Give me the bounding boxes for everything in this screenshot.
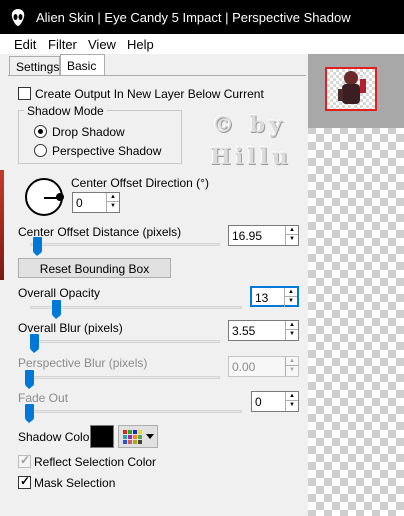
- reflect-selection-color-checkbox: [18, 453, 31, 468]
- fade-out-input[interactable]: 0 ▲ ▼: [251, 391, 299, 412]
- alien-head-icon: [11, 9, 25, 26]
- overall-opacity-input[interactable]: 13 ▲ ▼: [250, 286, 299, 307]
- overall-blur-slider[interactable]: [30, 334, 39, 353]
- spin-arrows: ▲ ▼: [285, 226, 298, 245]
- color-palette-button[interactable]: [118, 425, 158, 448]
- watermark: © by Hillu: [206, 112, 296, 182]
- window-title: Alien Skin | Eye Candy 5 Impact | Perspe…: [36, 10, 351, 25]
- watermark-line-2: Hillu: [210, 144, 292, 170]
- tab-basic[interactable]: Basic: [60, 54, 105, 75]
- center-offset-distance-slider[interactable]: [33, 237, 42, 256]
- center-offset-distance-value: 16.95: [232, 229, 263, 243]
- dropdown-arrow-icon: [146, 434, 154, 439]
- create-output-label: Create Output In New Layer Below Current: [35, 87, 264, 101]
- overall-opacity-value: 13: [255, 291, 269, 305]
- spin-arrows: ▲ ▼: [285, 321, 298, 340]
- direction-dial-icon[interactable]: [25, 178, 64, 216]
- spin-down-icon: ▼: [289, 367, 295, 373]
- spin-up-icon[interactable]: ▲: [286, 321, 298, 330]
- drop-shadow-radio[interactable]: [34, 125, 47, 138]
- preview-figure-icon: [338, 71, 366, 104]
- center-offset-distance-track[interactable]: [30, 243, 220, 246]
- overall-opacity-track[interactable]: [30, 306, 242, 309]
- center-offset-direction-input[interactable]: 0 ▲ ▼: [72, 192, 120, 213]
- spin-arrows: ▲ ▼: [285, 392, 298, 411]
- center-offset-direction-value: 0: [76, 196, 83, 210]
- perspective-blur-slider: [25, 370, 34, 389]
- reflect-selection-color-label: Reflect Selection Color: [34, 455, 157, 469]
- spin-down-icon[interactable]: ▼: [107, 202, 119, 211]
- overall-blur-value: 3.55: [232, 324, 256, 338]
- shadow-mode-title: Shadow Mode: [24, 104, 107, 118]
- menu-view[interactable]: View: [88, 37, 116, 52]
- perspective-shadow-radio[interactable]: [34, 144, 47, 157]
- title-bar: Alien Skin | Eye Candy 5 Impact | Perspe…: [0, 0, 404, 34]
- mask-selection-checkbox[interactable]: [18, 474, 31, 489]
- perspective-blur-input: 0.00 ▲ ▼: [228, 356, 299, 377]
- tab-divider: [8, 75, 306, 76]
- perspective-blur-label: Perspective Blur (pixels): [18, 356, 148, 370]
- perspective-blur-value: 0.00: [232, 360, 256, 374]
- spin-arrows: ▲ ▼: [284, 288, 297, 307]
- spin-down-icon[interactable]: ▼: [286, 330, 298, 339]
- center-offset-distance-input[interactable]: 16.95 ▲ ▼: [228, 225, 299, 246]
- spin-down-icon[interactable]: ▼: [286, 235, 298, 244]
- create-output-checkbox[interactable]: [18, 87, 31, 100]
- spin-down-icon[interactable]: ▼: [285, 297, 297, 306]
- watermark-line-1: © by: [212, 112, 286, 138]
- fade-out-label: Fade Out: [18, 391, 69, 405]
- spin-up-icon[interactable]: ▲: [286, 226, 298, 235]
- spin-up-icon[interactable]: ▲: [107, 193, 119, 202]
- mask-selection-label: Mask Selection: [34, 476, 116, 490]
- overall-opacity-label: Overall Opacity: [18, 286, 101, 300]
- background-edge: [0, 170, 4, 280]
- navigator-thumbnail[interactable]: [325, 67, 377, 111]
- perspective-shadow-label: Perspective Shadow: [52, 144, 162, 158]
- overall-opacity-slider[interactable]: [52, 300, 61, 319]
- perspective-blur-track: [26, 376, 220, 379]
- spin-up-icon[interactable]: ▲: [285, 288, 297, 297]
- menu-bar: Edit Filter View Help: [0, 34, 404, 54]
- center-offset-distance-label: Center Offset Distance (pixels): [18, 225, 182, 239]
- dial-knob[interactable]: [56, 193, 64, 201]
- drop-shadow-label: Drop Shadow: [52, 125, 125, 139]
- spin-up-icon: ▲: [286, 357, 298, 366]
- menu-edit[interactable]: Edit: [14, 37, 36, 52]
- overall-blur-input[interactable]: 3.55 ▲ ▼: [228, 320, 299, 341]
- menu-help[interactable]: Help: [127, 37, 154, 52]
- shadow-color-label: Shadow Color: [18, 430, 94, 444]
- fade-out-track[interactable]: [26, 410, 242, 413]
- spin-arrows: ▲ ▼: [106, 193, 119, 212]
- overall-blur-label: Overall Blur (pixels): [18, 321, 123, 335]
- spin-down-icon[interactable]: ▼: [286, 401, 298, 410]
- spin-up-icon[interactable]: ▲: [286, 392, 298, 401]
- fade-out-slider[interactable]: [25, 404, 34, 423]
- reset-bounding-box-button[interactable]: Reset Bounding Box: [18, 258, 171, 278]
- color-palette-icon: [123, 430, 142, 444]
- menu-filter[interactable]: Filter: [48, 37, 77, 52]
- center-offset-direction-label: Center Offset Direction (°): [71, 176, 209, 190]
- spin-arrows: ▲ ▼: [285, 357, 298, 376]
- fade-out-value: 0: [255, 395, 262, 409]
- tab-settings[interactable]: Settings: [9, 56, 60, 76]
- overall-blur-track[interactable]: [30, 340, 220, 343]
- shadow-color-swatch[interactable]: [90, 425, 114, 448]
